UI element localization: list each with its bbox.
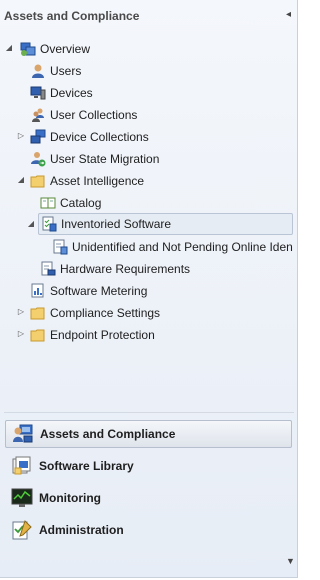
user-icon bbox=[32, 64, 44, 78]
tree-label-hardware-requirements: Hardware Requirements bbox=[60, 262, 191, 276]
tree-label-overview: Overview bbox=[40, 42, 91, 56]
tree-label-software-metering: Software Metering bbox=[50, 284, 148, 298]
tree-item-users[interactable]: Users bbox=[30, 60, 81, 82]
tree-label-devices: Devices bbox=[50, 86, 93, 100]
expanded-arrow-icon[interactable]: ◢ bbox=[26, 219, 36, 229]
scrollbar[interactable] bbox=[298, 0, 303, 580]
workspace-monitoring[interactable]: Monitoring bbox=[5, 484, 292, 512]
expanded-arrow-icon[interactable]: ◢ bbox=[4, 43, 14, 53]
workspace-title: Assets and Compliance bbox=[4, 9, 140, 23]
tree-item-asset-intelligence[interactable]: Asset Intelligence bbox=[30, 170, 144, 192]
folder-icon bbox=[30, 307, 45, 320]
unidentified-software-icon bbox=[53, 239, 68, 255]
collapsed-arrow-icon[interactable]: ▷ bbox=[16, 329, 26, 339]
inventoried-software-icon bbox=[42, 216, 57, 232]
assets-and-compliance-icon bbox=[13, 424, 33, 443]
tree-item-user-state-migration[interactable]: User State Migration bbox=[30, 148, 159, 170]
monitoring-icon bbox=[11, 488, 33, 507]
tree-label-inventoried-software: Inventoried Software bbox=[61, 217, 172, 231]
workspace-label-monitoring: Monitoring bbox=[39, 491, 101, 505]
expanded-arrow-icon[interactable]: ◢ bbox=[16, 175, 26, 185]
tree-label-compliance-settings: Compliance Settings bbox=[50, 306, 161, 320]
tree-label-users: Users bbox=[50, 64, 82, 78]
software-metering-icon bbox=[31, 283, 44, 298]
workspace-label-software-library: Software Library bbox=[39, 459, 134, 473]
tree-item-device-collections[interactable]: Device Collections bbox=[30, 126, 149, 148]
collapsed-arrow-icon[interactable]: ▷ bbox=[16, 307, 26, 317]
workspace-assets-and-compliance[interactable]: Assets and Compliance bbox=[5, 420, 292, 448]
tree-item-inventoried-software[interactable]: Inventoried Software bbox=[38, 213, 293, 235]
folder-icon bbox=[30, 175, 45, 188]
navigation-pane: Assets and Compliance ◂ ◢ Overview Users… bbox=[0, 0, 298, 578]
user-state-migration-icon bbox=[31, 152, 46, 167]
tree-item-endpoint-protection[interactable]: Endpoint Protection bbox=[30, 324, 155, 346]
tree-label-user-state-migration: User State Migration bbox=[50, 152, 160, 166]
workspace-label-administration: Administration bbox=[39, 523, 124, 537]
administration-icon bbox=[12, 520, 32, 540]
workspace-software-library[interactable]: Software Library bbox=[5, 452, 292, 480]
tree-item-compliance-settings[interactable]: Compliance Settings bbox=[30, 302, 160, 324]
software-library-icon bbox=[12, 456, 31, 475]
collapse-pane-icon[interactable]: ◂ bbox=[286, 9, 291, 20]
overview-icon bbox=[20, 42, 36, 56]
divider bbox=[4, 412, 294, 413]
tree-item-user-collections[interactable]: User Collections bbox=[30, 104, 137, 126]
tree-label-catalog: Catalog bbox=[60, 196, 102, 210]
workspace-label-assets: Assets and Compliance bbox=[40, 427, 176, 441]
tree-item-devices[interactable]: Devices bbox=[30, 82, 93, 104]
tree-item-hardware-requirements[interactable]: Hardware Requirements bbox=[40, 258, 190, 280]
tree-label-unidentified: Unidentified and Not Pending Online Iden bbox=[72, 240, 293, 254]
scroll-down-icon[interactable]: ▼ bbox=[286, 556, 295, 566]
collapsed-arrow-icon[interactable]: ▷ bbox=[16, 131, 26, 141]
workspace-administration[interactable]: Administration bbox=[5, 516, 292, 544]
hardware-requirements-icon bbox=[41, 261, 56, 276]
tree-item-catalog[interactable]: Catalog bbox=[40, 192, 101, 214]
folder-icon bbox=[30, 329, 45, 342]
tree-label-asset-intelligence: Asset Intelligence bbox=[50, 174, 145, 188]
tree-label-endpoint-protection: Endpoint Protection bbox=[50, 328, 155, 342]
catalog-icon bbox=[40, 197, 56, 209]
tree-label-user-collections: User Collections bbox=[50, 108, 138, 122]
device-collections-icon bbox=[30, 129, 46, 144]
user-collections-icon bbox=[32, 108, 44, 122]
tree-item-unidentified[interactable]: Unidentified and Not Pending Online Iden bbox=[52, 236, 293, 258]
tree-item-overview[interactable]: Overview bbox=[20, 38, 90, 60]
tree-item-software-metering[interactable]: Software Metering bbox=[30, 280, 147, 302]
devices-icon bbox=[30, 86, 46, 100]
tree-label-device-collections: Device Collections bbox=[50, 130, 149, 144]
